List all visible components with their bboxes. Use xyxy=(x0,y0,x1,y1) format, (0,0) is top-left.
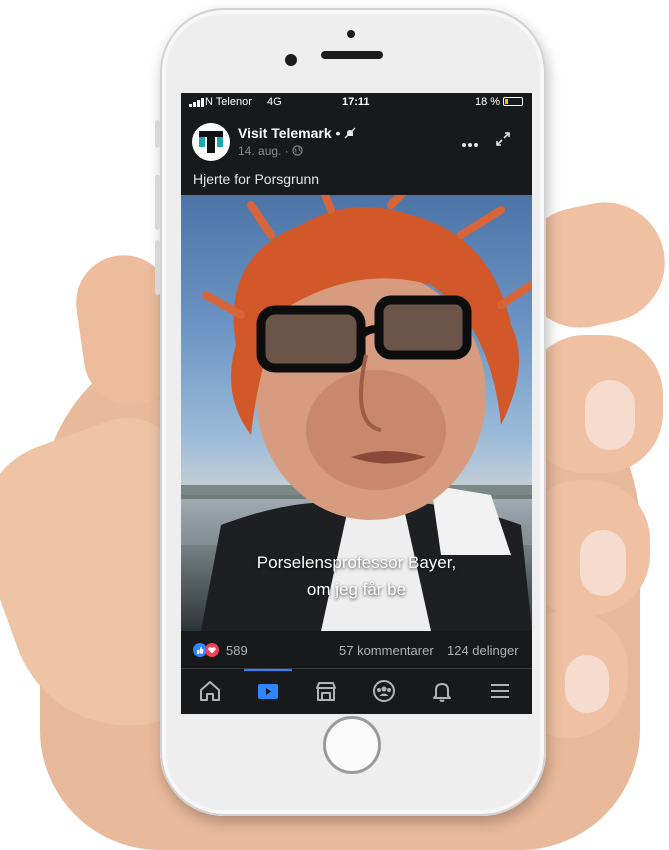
share-count[interactable]: 124 delinger xyxy=(447,643,519,658)
nail-3 xyxy=(580,530,626,596)
bottom-tab-bar xyxy=(181,668,532,714)
video-player[interactable]: Porselensprofessor Bayer, om jeg får be xyxy=(181,195,532,631)
home-button[interactable] xyxy=(323,716,381,774)
tab-marketplace[interactable] xyxy=(297,669,355,714)
tab-groups[interactable] xyxy=(355,669,413,714)
subtitle-line-2: om jeg får be xyxy=(306,580,407,599)
proximity-sensor xyxy=(347,30,355,38)
reaction-count[interactable]: 589 xyxy=(226,643,248,658)
screen: N Telenor 4G 17:11 18 % Visit Telemark •… xyxy=(181,93,532,714)
muted-bell-icon xyxy=(344,127,356,139)
earpiece-speaker xyxy=(321,51,383,59)
tab-menu[interactable] xyxy=(471,669,529,714)
active-tab-indicator xyxy=(244,669,292,671)
nail-2 xyxy=(585,380,635,450)
battery-percent: 18 % xyxy=(475,96,501,108)
subtitle-line-1: Porselensprofessor Bayer, xyxy=(256,553,457,572)
watch-icon xyxy=(258,684,278,699)
reaction-bar: 589 57 kommentarer 124 delinger xyxy=(181,641,532,661)
volume-up-button xyxy=(155,175,160,230)
carrier-label: N Telenor xyxy=(205,96,252,108)
volume-down-button xyxy=(155,240,160,295)
signal-icon xyxy=(189,98,204,107)
nail-4 xyxy=(565,655,609,713)
tab-notifications[interactable] xyxy=(413,669,471,714)
globe-icon xyxy=(292,145,303,156)
clock: 17:11 xyxy=(342,96,370,108)
more-options-icon[interactable] xyxy=(461,135,479,153)
tab-watch[interactable] xyxy=(239,669,297,714)
page-name-row: Visit Telemark • xyxy=(238,125,356,141)
status-bar: N Telenor 4G 17:11 18 % xyxy=(181,93,532,111)
post-date[interactable]: 14. aug. xyxy=(238,144,281,158)
expand-icon[interactable] xyxy=(495,131,511,152)
tab-home[interactable] xyxy=(181,669,239,714)
love-reaction-icon xyxy=(205,643,219,657)
page-avatar[interactable] xyxy=(192,123,230,161)
network-label: 4G xyxy=(267,96,282,108)
home-icon xyxy=(200,681,220,701)
notifications-icon xyxy=(433,683,451,702)
battery-icon xyxy=(503,97,523,106)
mute-switch xyxy=(155,120,160,148)
menu-icon xyxy=(491,684,509,698)
post-caption: Hjerte for Porsgrunn xyxy=(193,171,320,187)
comment-count[interactable]: 57 kommentarer xyxy=(339,643,434,658)
separator-dot: • xyxy=(335,125,341,141)
groups-icon xyxy=(373,680,395,702)
post-meta: 14. aug. · xyxy=(238,144,303,158)
front-camera xyxy=(285,54,297,66)
marketplace-icon xyxy=(316,682,336,701)
page-name[interactable]: Visit Telemark xyxy=(238,125,332,141)
